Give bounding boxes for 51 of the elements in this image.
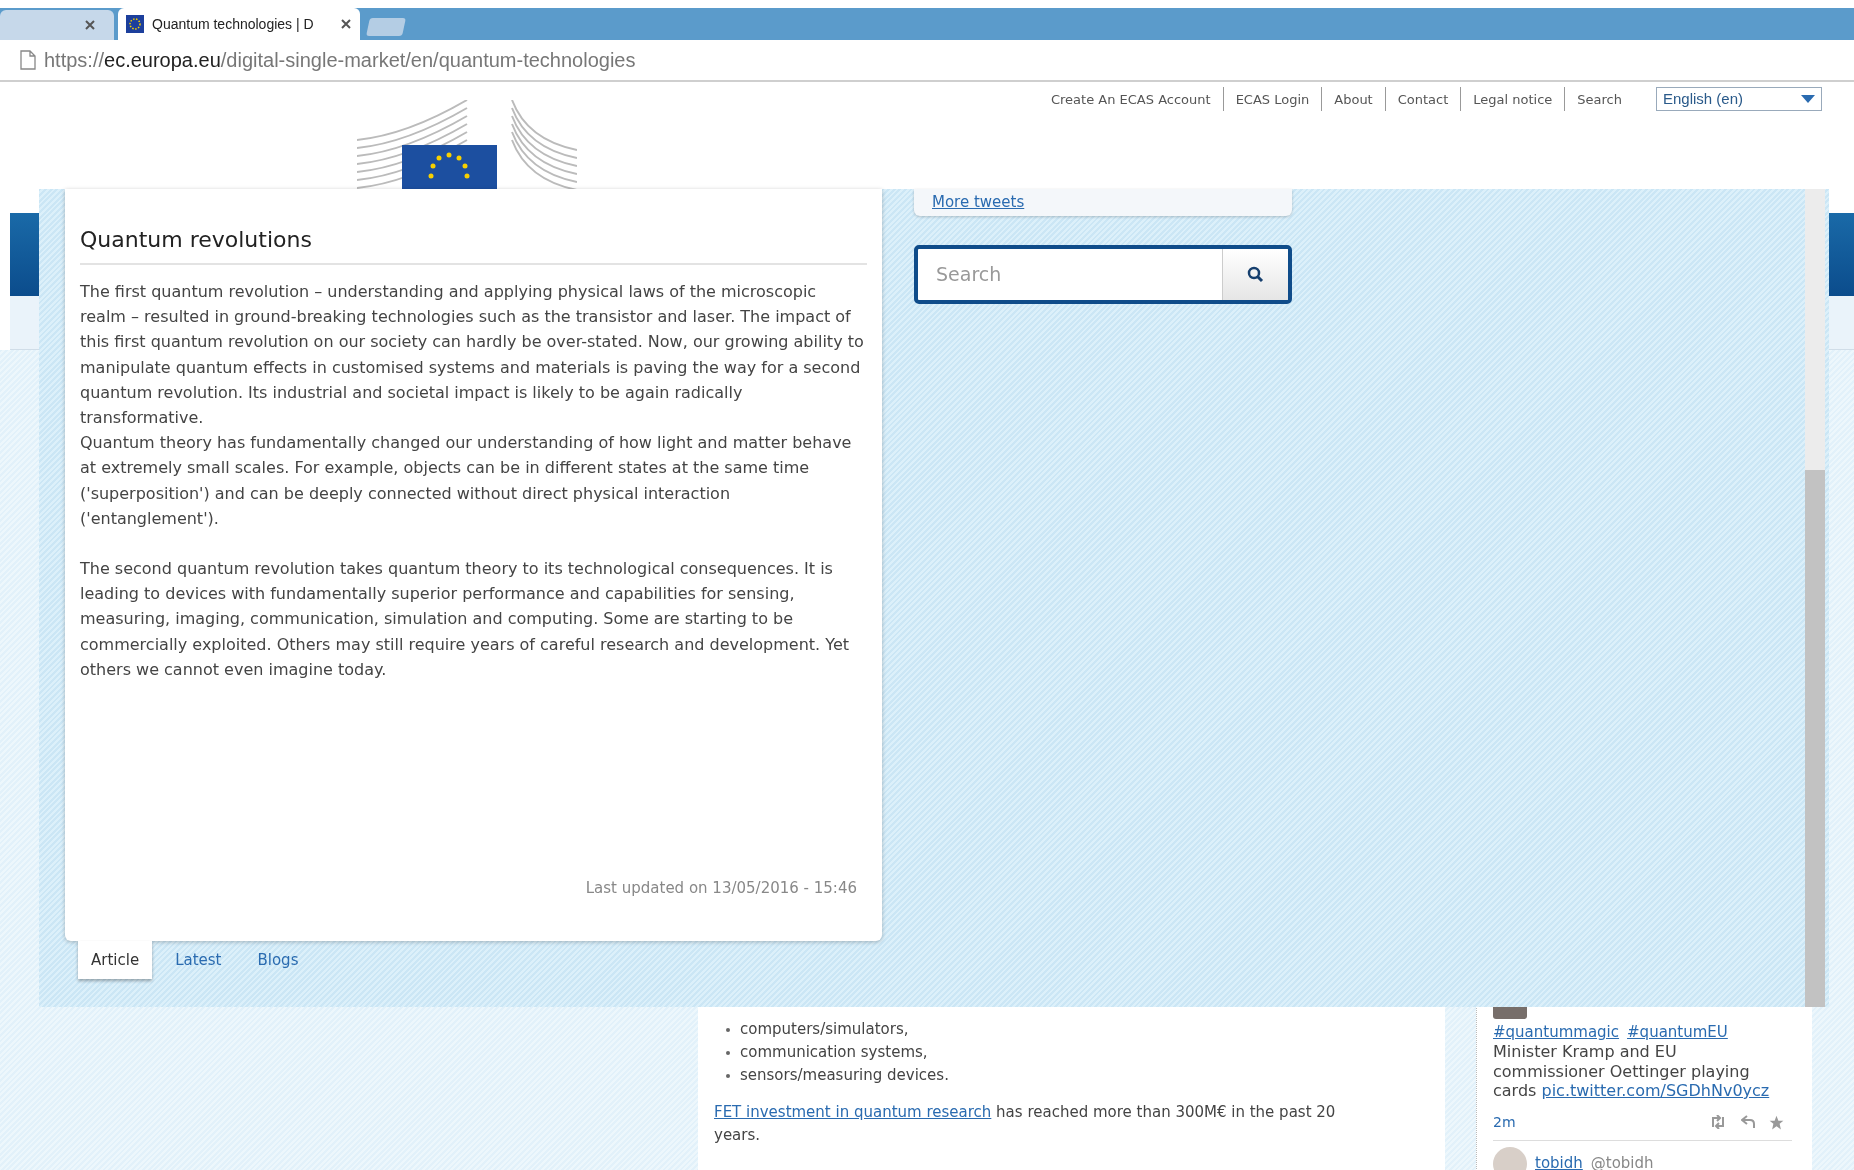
new-tab-button[interactable] (366, 18, 406, 36)
tab-title: Quantum technologies | D (152, 14, 314, 34)
paragraph: FET investment in quantum research has reached more than 300M€ in the past 20 years. (714, 1102, 1337, 1146)
avatar-placeholder (1493, 1007, 1527, 1019)
list-item: sensors/measuring devices. (740, 1065, 949, 1087)
hashtag-link[interactable]: #quantumEU (1627, 1023, 1728, 1042)
avatar-placeholder (1493, 1146, 1527, 1170)
star-icon[interactable] (1769, 1114, 1784, 1130)
search-bar[interactable]: Search (914, 245, 1292, 304)
nav-link[interactable]: ECAS Login (1235, 92, 1310, 107)
article-paragraph: The first quantum revolution – understanding and applying physical laws of the microscopic realm – resulted in ground-breaking technologies such as the transistor and laser. The impact of this first quantum revolution on our society can hardly be over-stated. Now, our growing ability to manipulate quantum effects in customised systems and materials is paving the way for a second quantum revolution. Its industrial and societal impact is likely to be again radically transformative. (80, 281, 865, 429)
article-paragraph: Quantum theory has fundamentally changed our understanding of how light and matter behave at extremely small scales. For example, objects can be in different states at the same time ('superposition') and can be deeply connected without direct physical interaction ('entanglement'). (80, 432, 853, 530)
url-field[interactable]: https://ec.europa.eu/digital-single-market/en/quantum-technologies (44, 45, 636, 75)
flag-icon (126, 15, 144, 33)
article-paragraph: The second quantum revolution takes quantum theory to its technological consequences. It is leading to devices with fundamentally superior performance and capabilities for sensing, measuring, imaging, communication, simulation and computing. Some are starting to be commercially exploited. Others may still require years of careful research and development. Yet others we cannot even imagine today. (80, 558, 850, 681)
reply-icon[interactable] (1741, 1115, 1755, 1129)
article-title: Quantum revolutions (80, 226, 313, 254)
tweet-text: Minister Kramp and EU commissioner Oettinger playing cards pic.twitter.com/SGDhNv0ycz (1493, 1042, 1771, 1101)
nav-link[interactable]: Search (1577, 92, 1622, 107)
caret-icon (1801, 95, 1815, 103)
retweet-icon[interactable] (1709, 1115, 1727, 1129)
bullet-icon (726, 1050, 730, 1055)
page-icon (20, 50, 36, 70)
tab[interactable]: Blogs (244, 941, 312, 979)
nav-link[interactable]: Contact (1397, 92, 1449, 107)
more-tweets-link[interactable]: More tweets (932, 194, 1025, 211)
research-link[interactable]: FET investment in quantum research (714, 1103, 992, 1121)
tab[interactable]: Article (78, 941, 153, 979)
search-button[interactable] (1222, 249, 1288, 300)
list-item: computers/simulators, (740, 1019, 909, 1041)
nav-link[interactable]: Create An ECAS Account (1051, 92, 1211, 107)
language-select[interactable]: English (en) (1656, 87, 1822, 111)
user-handle: @tobidh (1590, 1153, 1654, 1170)
close-icon[interactable] (340, 18, 352, 30)
nav-link[interactable]: Legal notice (1473, 92, 1553, 107)
tweet-link[interactable]: pic.twitter.com/SGDhNv0ycz (1541, 1081, 1770, 1100)
bullet-icon (726, 1027, 730, 1032)
search-field[interactable]: Search (918, 249, 1222, 300)
close-icon[interactable] (84, 19, 96, 31)
hashtag-link[interactable]: #quantummagic (1493, 1023, 1620, 1042)
tab[interactable]: Latest (162, 941, 235, 979)
browser-tab[interactable]: Quantum technologies | D (118, 8, 360, 40)
scrollbar[interactable] (1805, 189, 1825, 1007)
user-name[interactable]: tobidh (1535, 1152, 1583, 1170)
bullet-icon (726, 1073, 730, 1078)
list-item: communication systems, (740, 1042, 928, 1064)
last-updated: Last updated on 13/05/2016 - 15:46 (585, 877, 857, 899)
scrollbar-thumb[interactable] (1805, 470, 1825, 1007)
tweet-time[interactable]: 2m (1493, 1111, 1516, 1133)
search-icon (1247, 266, 1264, 283)
nav-link[interactable]: About (1334, 92, 1373, 107)
